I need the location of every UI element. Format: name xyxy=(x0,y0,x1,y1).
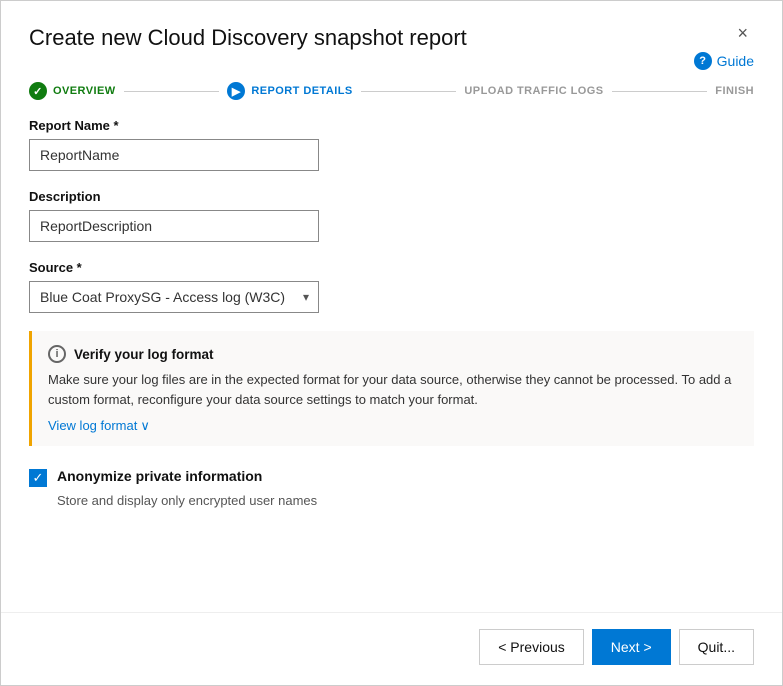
next-label: Next > xyxy=(611,639,652,655)
view-log-label: View log format xyxy=(48,418,137,433)
step-icon-overview: ✓ xyxy=(29,82,47,100)
chevron-down-small-icon: ∨ xyxy=(140,418,150,434)
step-label-report-details: REPORT DETAILS xyxy=(251,85,352,97)
source-select-wrapper: Blue Coat ProxySG - Access log (W3C) Cis… xyxy=(29,281,319,313)
dialog-title: Create new Cloud Discovery snapshot repo… xyxy=(29,25,467,51)
anonymize-section: ✓ Anonymize private information Store an… xyxy=(29,468,754,508)
next-button[interactable]: Next > xyxy=(592,629,671,665)
anonymize-label: Anonymize private information xyxy=(57,468,262,484)
source-select[interactable]: Blue Coat ProxySG - Access log (W3C) Cis… xyxy=(29,281,319,313)
anonymize-checkbox-row: ✓ Anonymize private information xyxy=(29,468,754,487)
report-name-input[interactable] xyxy=(29,139,319,171)
top-right-area: × ? Guide xyxy=(694,25,754,70)
steps-bar: ✓ OVERVIEW ▶ REPORT DETAILS UPLOAD TRAFF… xyxy=(1,82,782,118)
report-name-group: Report Name * xyxy=(29,118,754,171)
view-log-format-link[interactable]: View log format ∨ xyxy=(48,418,150,434)
step-finish: FINISH xyxy=(715,85,754,97)
quit-label: Quit... xyxy=(698,639,735,655)
step-line-2 xyxy=(361,91,457,92)
info-box: i Verify your log format Make sure your … xyxy=(29,331,754,446)
description-group: Description xyxy=(29,189,754,242)
quit-button[interactable]: Quit... xyxy=(679,629,754,665)
anonymize-checkbox[interactable]: ✓ xyxy=(29,469,47,487)
step-label-upload-traffic-logs: UPLOAD TRAFFIC LOGS xyxy=(464,85,603,97)
main-dialog: Create new Cloud Discovery snapshot repo… xyxy=(0,0,783,686)
info-box-text: Make sure your log files are in the expe… xyxy=(48,370,738,409)
report-name-label: Report Name * xyxy=(29,118,754,133)
description-input[interactable] xyxy=(29,210,319,242)
source-label: Source * xyxy=(29,260,754,275)
step-icon-report-details: ▶ xyxy=(227,82,245,100)
step-label-overview: OVERVIEW xyxy=(53,85,116,97)
previous-label: < Previous xyxy=(498,639,565,655)
step-overview: ✓ OVERVIEW xyxy=(29,82,116,100)
step-line-1 xyxy=(124,91,220,92)
info-box-title: Verify your log format xyxy=(74,347,214,362)
info-box-header: i Verify your log format xyxy=(48,345,738,363)
step-line-3 xyxy=(612,91,708,92)
step-label-finish: FINISH xyxy=(715,85,754,97)
description-label: Description xyxy=(29,189,754,204)
guide-link[interactable]: ? Guide xyxy=(694,52,754,70)
source-group: Source * Blue Coat ProxySG - Access log … xyxy=(29,260,754,313)
step-upload-traffic-logs: UPLOAD TRAFFIC LOGS xyxy=(464,85,603,97)
dialog-body: Report Name * Description Source * Blue … xyxy=(1,118,782,612)
dialog-footer: < Previous Next > Quit... xyxy=(1,612,782,685)
guide-icon: ? xyxy=(694,52,712,70)
previous-button[interactable]: < Previous xyxy=(479,629,584,665)
info-circle-icon: i xyxy=(48,345,66,363)
guide-label: Guide xyxy=(717,53,754,69)
dialog-header: Create new Cloud Discovery snapshot repo… xyxy=(1,1,782,82)
step-report-details: ▶ REPORT DETAILS xyxy=(227,82,352,100)
checkmark-icon: ✓ xyxy=(33,471,44,484)
anonymize-description: Store and display only encrypted user na… xyxy=(57,493,754,508)
close-button[interactable]: × xyxy=(731,21,754,46)
